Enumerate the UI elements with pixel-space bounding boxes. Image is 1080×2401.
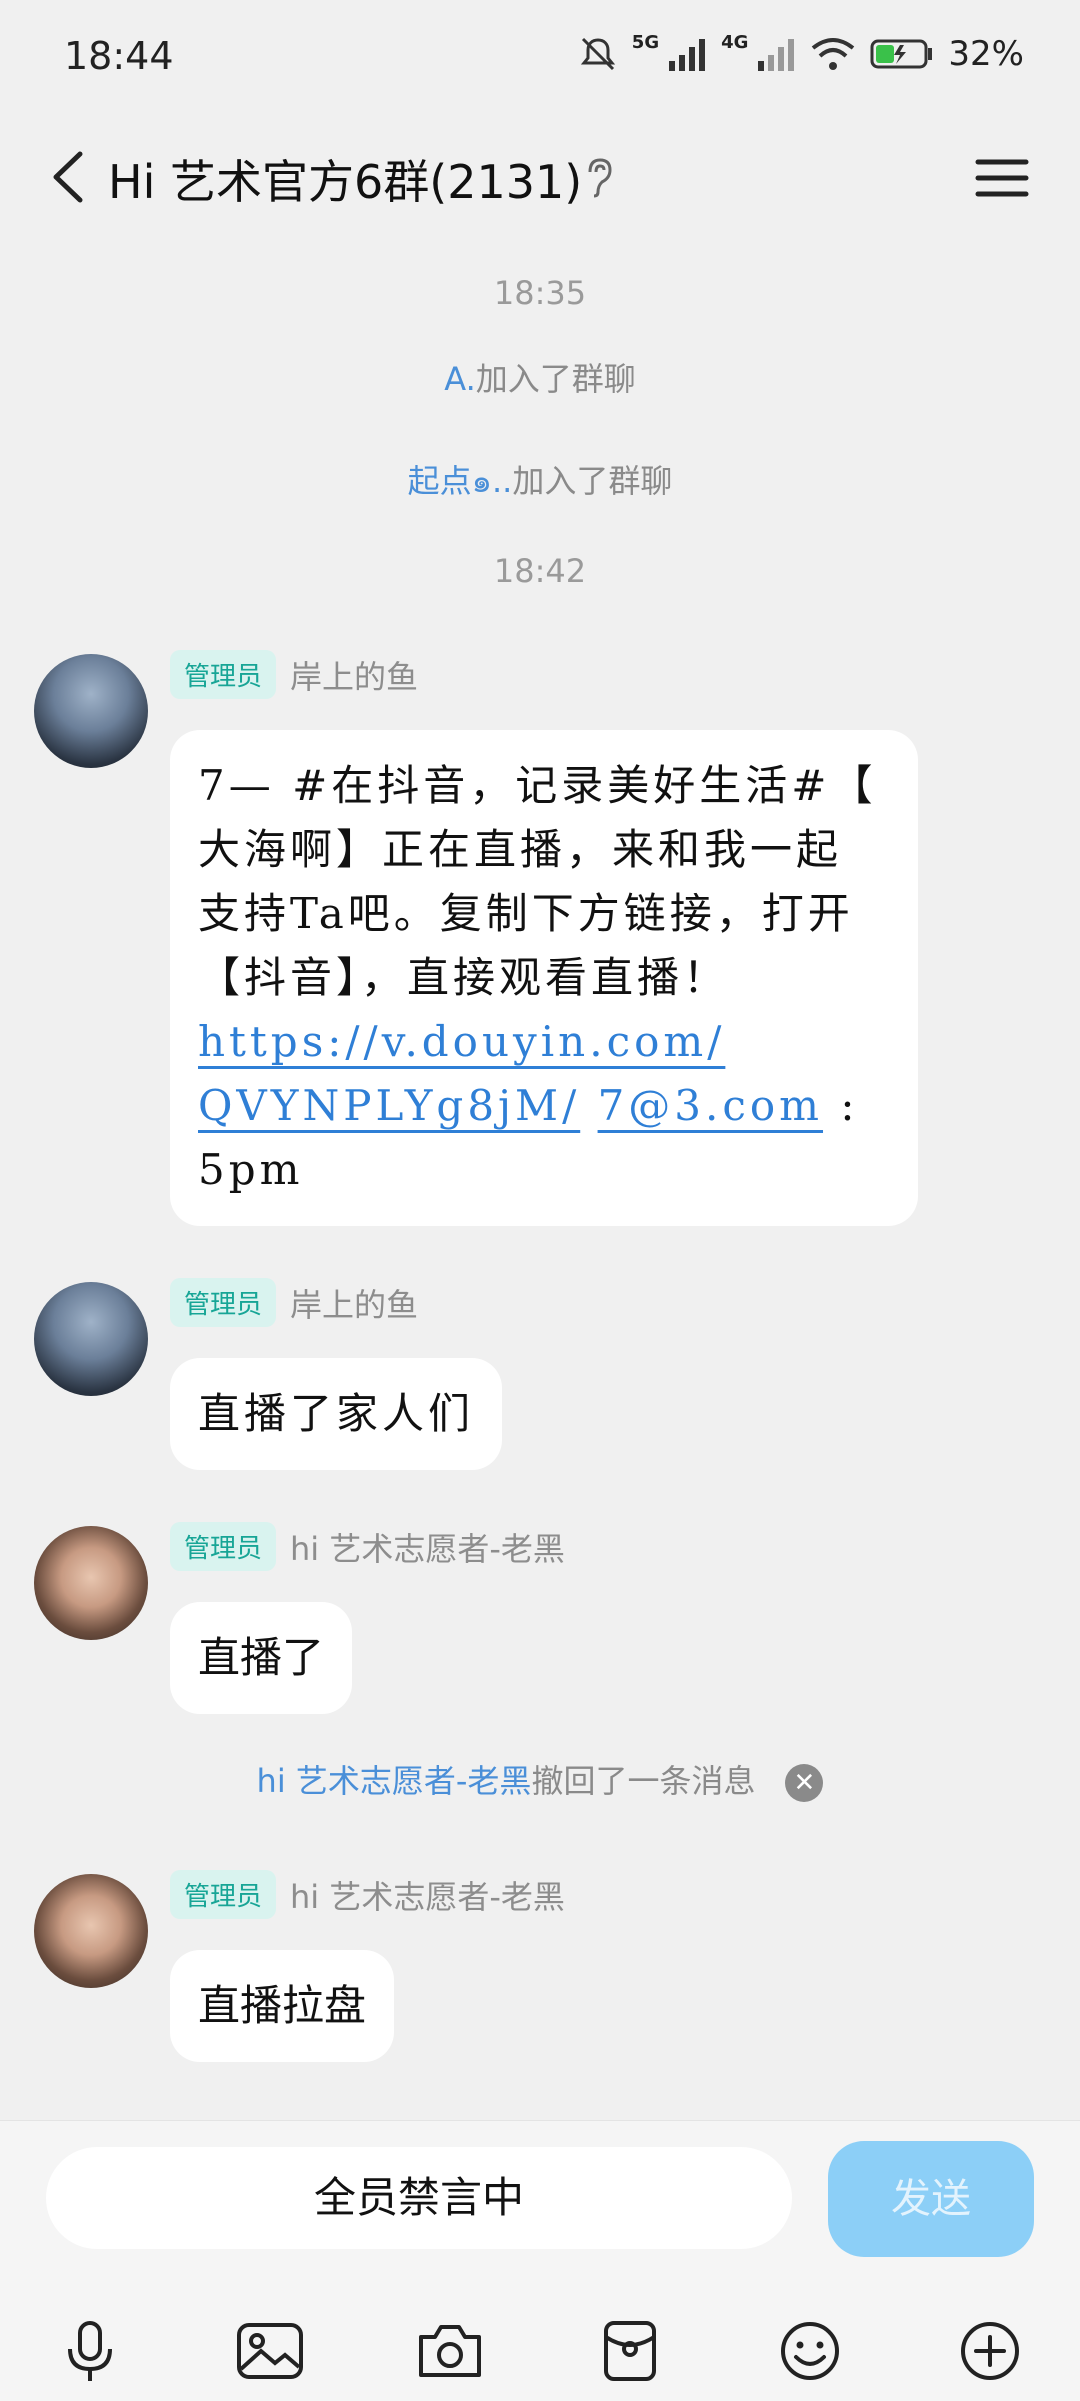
camera-icon (419, 2325, 481, 2377)
message-bubble[interactable]: 直播拉盘 (170, 1950, 395, 2062)
recall-text: 撤回了一条消息 (531, 1762, 756, 1800)
signal-icon (669, 39, 706, 71)
menu-button[interactable] (972, 148, 1032, 208)
sender-name[interactable]: 岸上的鱼 (290, 1280, 418, 1326)
message-meta: 管理员 岸上的鱼 (170, 1278, 418, 1327)
message-link[interactable]: QVYNPLYg8jM/ (198, 1081, 580, 1130)
toolbar (0, 2311, 1080, 2391)
message-meta: 管理员 hi 艺术志愿者-老黑 (170, 1522, 565, 1571)
message-bubble[interactable]: 直播了 (170, 1602, 353, 1714)
sender-name[interactable]: hi 艺术志愿者-老黑 (290, 1524, 565, 1570)
message-link[interactable]: 7@3.com (598, 1081, 823, 1130)
ear-icon[interactable] (578, 156, 618, 200)
recall-notice: hi 艺术志愿者-老黑撤回了一条消息 ✕ (0, 1756, 1080, 1802)
message-text: 直播了家人们 (198, 1389, 475, 1438)
admin-badge: 管理员 (170, 1870, 277, 1919)
mute-bell-icon (580, 37, 615, 71)
chat-title: Hi 艺术官方6群(2131) (108, 155, 583, 209)
plus-button[interactable] (950, 2311, 1030, 2391)
image-button[interactable] (230, 2311, 310, 2391)
mic-icon (68, 2321, 112, 2381)
admin-badge: 管理员 (170, 650, 277, 699)
message-text: 7— #在抖音，记录美好生活#【 大海啊】正在直播，来和我一起 支持Ta吧。复制… (198, 754, 890, 1202)
status-icons: 5G 4G 32% (578, 31, 1024, 74)
message-line: 【抖音】，直接观看直播！ (198, 953, 730, 1002)
message-meta: 管理员 hi 艺术志愿者-老黑 (170, 1870, 565, 1919)
hamburger-icon (975, 159, 1029, 197)
status-time: 18:44 (64, 34, 174, 78)
plus-icon (961, 2322, 1019, 2380)
avatar[interactable] (34, 1874, 148, 1988)
chevron-left-icon (53, 151, 83, 203)
admin-badge: 管理员 (170, 1522, 277, 1571)
message-tail: : (823, 1081, 859, 1130)
chat-area[interactable]: 18:35 A.加入了群聊 起点๑..加入了群聊 18:42 管理员 岸上的鱼 … (0, 230, 1080, 2120)
message-line: 支持Ta吧。复制下方链接，打开 (198, 889, 854, 938)
timestamp: 18:35 (493, 274, 587, 312)
red-packet-button[interactable] (590, 2311, 670, 2391)
message-meta: 管理员 岸上的鱼 (170, 650, 418, 699)
signal-5g-label: 5G (631, 31, 660, 53)
input-area: 全员禁言中 发送 (0, 2120, 1080, 2401)
close-icon[interactable]: ✕ (785, 1764, 824, 1802)
sender-name[interactable]: hi 艺术志愿者-老黑 (290, 1872, 565, 1918)
join-text: 加入了群聊 (512, 462, 673, 500)
back-button[interactable] (36, 142, 106, 212)
timestamp: 18:42 (493, 552, 587, 590)
emoji-button[interactable] (770, 2311, 850, 2391)
message-bubble[interactable]: 7— #在抖音，记录美好生活#【 大海啊】正在直播，来和我一起 支持Ta吧。复制… (170, 730, 918, 1226)
message-link[interactable]: https://v.douyin.com/ (198, 1017, 725, 1066)
mic-button[interactable] (50, 2311, 130, 2391)
message-text: 直播了 (198, 1633, 325, 1682)
status-bar: 18:44 5G 4G 32% (0, 0, 1080, 120)
join-text: 加入了群聊 (475, 360, 636, 398)
join-user-name[interactable]: A. (444, 360, 476, 398)
signal-4g-label: 4G (721, 31, 749, 53)
muted-input: 全员禁言中 (46, 2147, 792, 2249)
message-text: 直播拉盘 (198, 1981, 367, 2030)
message-line: 大海啊】正在直播，来和我一起 (198, 825, 843, 874)
image-icon (237, 2323, 303, 2379)
send-button[interactable]: 发送 (828, 2141, 1034, 2257)
system-message: A.加入了群聊 (0, 354, 1080, 400)
sender-name[interactable]: 岸上的鱼 (290, 652, 418, 698)
message-tail: 5pm (198, 1145, 304, 1194)
avatar[interactable] (34, 1282, 148, 1396)
message-bubble[interactable]: 直播了家人们 (170, 1358, 503, 1470)
camera-button[interactable] (410, 2311, 490, 2391)
admin-badge: 管理员 (170, 1278, 277, 1327)
message-line: 7— #在抖音，记录美好生活#【 (198, 761, 877, 810)
chat-header: Hi 艺术官方6群(2131) (0, 120, 1080, 230)
battery-percent: 32% (948, 34, 1024, 74)
system-message: 起点๑..加入了群聊 (0, 456, 1080, 507)
avatar[interactable] (34, 1526, 148, 1640)
avatar[interactable] (34, 654, 148, 768)
emoji-icon (781, 2322, 839, 2380)
wifi-icon (812, 38, 855, 70)
join-user-name[interactable]: 起点๑.. (408, 462, 513, 500)
battery-icon (870, 39, 933, 69)
red-packet-icon (604, 2321, 656, 2381)
recall-user-name[interactable]: hi 艺术志愿者-老黑 (257, 1762, 532, 1800)
signal-icon-2 (758, 39, 795, 71)
